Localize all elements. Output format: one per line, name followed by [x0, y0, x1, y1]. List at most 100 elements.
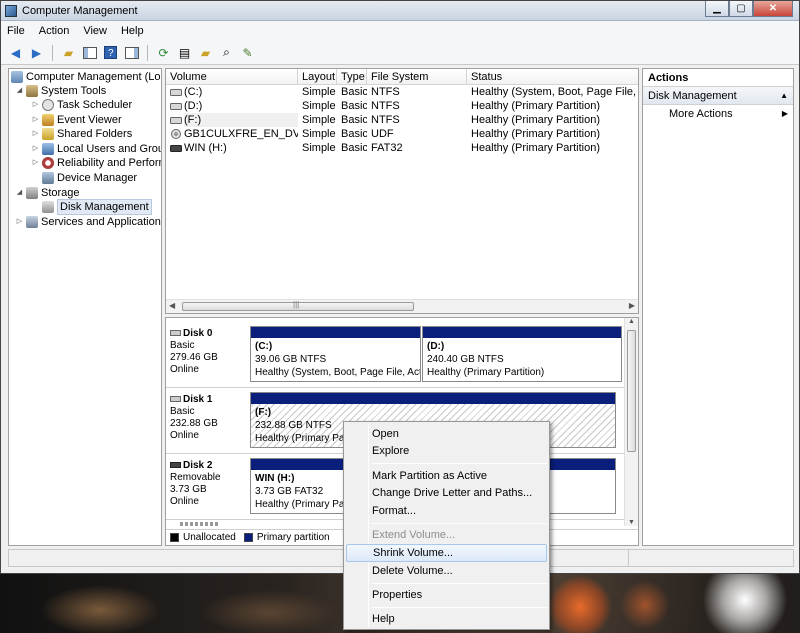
- expand-arrow-icon[interactable]: ▷: [15, 215, 24, 229]
- disk-1-info[interactable]: Disk 1 Basic 232.88 GB Online: [170, 394, 250, 442]
- tree-item-computer-management[interactable]: Computer Management (Local: [11, 70, 161, 84]
- column-header-layout[interactable]: Layout: [298, 69, 337, 85]
- menu-item-open[interactable]: Open: [346, 425, 547, 443]
- column-header-volume[interactable]: Volume: [166, 69, 298, 85]
- grip-icon: |||: [293, 300, 300, 309]
- table-row-type: Basic: [341, 128, 367, 140]
- tree-item-reliability[interactable]: ▷ Reliability and Performa: [31, 156, 161, 170]
- table-row-volume[interactable]: (F:): [184, 113, 298, 127]
- table-row-status: Healthy (Primary Partition): [471, 114, 600, 126]
- tree-item-system-tools[interactable]: ◢ System Tools: [15, 84, 106, 98]
- partition-bar: [251, 393, 615, 404]
- tree-item-task-scheduler[interactable]: ▷ Task Scheduler: [31, 98, 132, 112]
- minimize-button[interactable]: ▁: [705, 1, 729, 17]
- expand-arrow-icon[interactable]: ▷: [31, 142, 40, 156]
- scroll-right-arrow-icon[interactable]: ▶: [629, 301, 635, 310]
- column-header-status[interactable]: Status: [467, 69, 638, 85]
- table-row-volume[interactable]: WIN (H:): [184, 141, 298, 155]
- table-row-volume[interactable]: GB1CULXFRE_EN_DVD (G:): [184, 127, 298, 141]
- tree-item-event-viewer[interactable]: ▷ Event Viewer: [31, 113, 122, 127]
- disk-2-info[interactable]: Disk 2 Removable 3.73 GB Online: [170, 460, 250, 508]
- clock-icon: [42, 99, 54, 111]
- menu-item-shrink-volume[interactable]: Shrink Volume...: [346, 544, 547, 562]
- expand-arrow-icon[interactable]: ▷: [31, 127, 40, 141]
- scroll-left-arrow-icon[interactable]: ◀: [169, 301, 175, 310]
- tree-label: Disk Management: [57, 199, 152, 215]
- search-icon[interactable]: ⌕: [218, 44, 235, 61]
- collapse-arrow-icon[interactable]: ◢: [15, 186, 24, 200]
- usb-drive-icon: [170, 143, 182, 157]
- minimize-icon: ▁: [713, 3, 721, 14]
- menu-item-explore[interactable]: Explore: [346, 442, 547, 460]
- vertical-scrollbar[interactable]: ▲ ▼: [624, 318, 638, 526]
- menu-item-delete-volume[interactable]: Delete Volume...: [346, 562, 547, 580]
- help-icon[interactable]: ?: [102, 44, 119, 61]
- actions-section-disk-management[interactable]: Disk Management ▲: [643, 87, 793, 105]
- storage-icon: [26, 187, 38, 199]
- up-folder-icon[interactable]: ▰: [60, 44, 77, 61]
- table-row-volume[interactable]: (D:): [184, 99, 298, 113]
- disk-0-info[interactable]: Disk 0 Basic 279.46 GB Online: [170, 328, 250, 376]
- tree-label: Services and Applications: [41, 216, 162, 228]
- tree-item-device-manager[interactable]: Device Manager: [42, 171, 137, 185]
- column-header-type[interactable]: Type: [337, 69, 367, 85]
- tree-label: Reliability and Performa: [57, 157, 161, 169]
- menu-item-help[interactable]: Help: [346, 610, 547, 628]
- window-title: Computer Management: [22, 4, 138, 17]
- partition-d[interactable]: (D:) 240.40 GB NTFS Healthy (Primary Par…: [422, 326, 622, 382]
- wizard-icon[interactable]: ✎: [239, 44, 256, 61]
- scroll-down-arrow-icon[interactable]: ▼: [628, 519, 635, 526]
- horizontal-scrollbar[interactable]: ◀ ||| ▶: [166, 299, 638, 313]
- open-folder-icon[interactable]: ▰: [197, 44, 214, 61]
- tree-item-local-users[interactable]: ▷ Local Users and Groups: [31, 142, 161, 156]
- show-hide-tree-icon[interactable]: [81, 44, 98, 61]
- menu-file[interactable]: File: [7, 25, 25, 37]
- expand-arrow-icon[interactable]: ▷: [31, 156, 40, 170]
- menu-action[interactable]: Action: [39, 25, 70, 37]
- scroll-up-arrow-icon[interactable]: ▲: [628, 318, 635, 325]
- menu-view[interactable]: View: [83, 25, 107, 37]
- menu-help[interactable]: Help: [121, 25, 144, 37]
- toolbar-separator: [52, 44, 53, 61]
- menu-separator: [372, 523, 547, 524]
- tree-item-shared-folders[interactable]: ▷ Shared Folders: [31, 127, 132, 141]
- disk-separator: [166, 387, 624, 388]
- forward-arrow-icon[interactable]: ▶: [28, 44, 45, 61]
- collapse-arrow-icon[interactable]: ◢: [15, 84, 24, 98]
- title-bar[interactable]: Computer Management ▁ ▢ ✕: [1, 1, 799, 21]
- partition-c[interactable]: (C:) 39.06 GB NTFS Healthy (System, Boot…: [250, 326, 421, 382]
- refresh-icon[interactable]: ⟳: [155, 44, 172, 61]
- menu-item-format[interactable]: Format...: [346, 502, 547, 520]
- table-row-volume[interactable]: (C:): [184, 85, 298, 99]
- disk-size: 3.73 GB: [170, 484, 207, 495]
- maximize-icon: ▢: [736, 3, 746, 14]
- tools-icon: [26, 85, 38, 97]
- disk-name: Disk 2: [183, 460, 213, 471]
- show-hide-action-pane-icon[interactable]: [123, 44, 140, 61]
- tree-item-disk-management[interactable]: Disk Management: [42, 199, 152, 215]
- back-arrow-icon[interactable]: ◀: [7, 44, 24, 61]
- menu-item-change-drive-letter[interactable]: Change Drive Letter and Paths...: [346, 484, 547, 502]
- scrollbar-thumb[interactable]: [627, 330, 636, 452]
- tree-item-storage[interactable]: ◢ Storage: [15, 186, 80, 200]
- column-header-file-system[interactable]: File System: [367, 69, 467, 85]
- expand-arrow-icon[interactable]: ▷: [31, 113, 40, 127]
- menu-item-properties[interactable]: Properties: [346, 586, 547, 604]
- maximize-button[interactable]: ▢: [729, 1, 753, 17]
- close-button[interactable]: ✕: [753, 1, 793, 17]
- table-row-layout: Simple: [302, 100, 336, 112]
- collapse-up-icon[interactable]: ▲: [780, 87, 788, 105]
- table-row-layout: Simple: [302, 114, 336, 126]
- properties-icon[interactable]: ▤: [176, 44, 193, 61]
- tree-item-services[interactable]: ▷ Services and Applications: [15, 215, 162, 229]
- table-row-fs: UDF: [371, 128, 394, 140]
- table-row-status: Healthy (Primary Partition): [471, 128, 600, 140]
- scrollbar-thumb[interactable]: |||: [182, 300, 414, 311]
- menu-item-mark-active[interactable]: Mark Partition as Active: [346, 467, 547, 485]
- section-label: Disk Management: [648, 90, 737, 102]
- tree-label: Task Scheduler: [57, 99, 133, 111]
- table-row-status: Healthy (System, Boot, Page File, Active: [471, 86, 638, 98]
- expand-arrow-icon[interactable]: ▷: [31, 98, 40, 112]
- computer-icon: [11, 71, 23, 83]
- more-actions[interactable]: More Actions ▶: [643, 105, 793, 123]
